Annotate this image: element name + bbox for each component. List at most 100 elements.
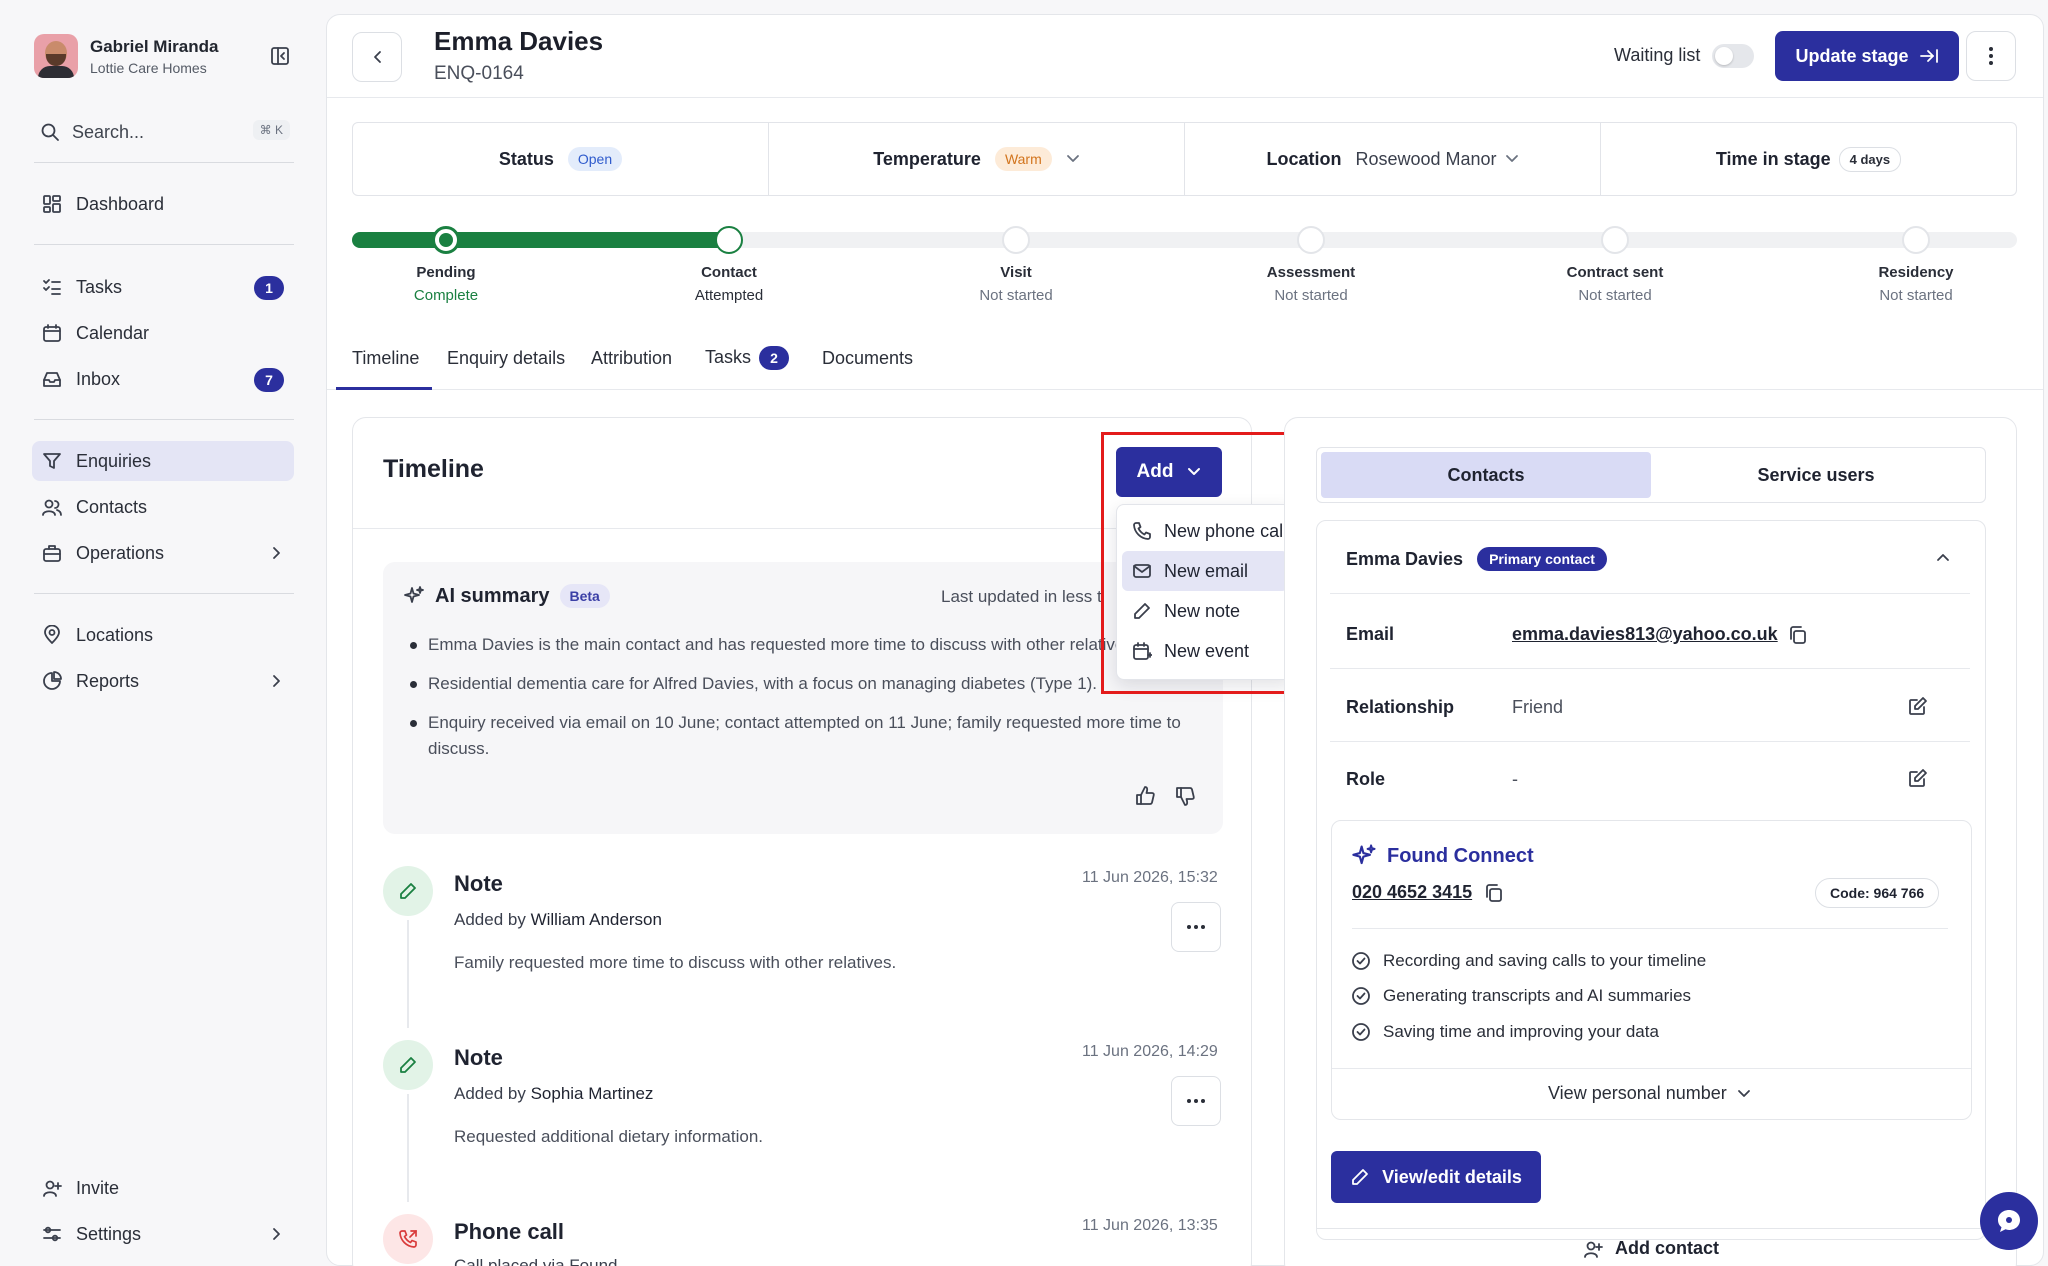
entry-body: Family requested more time to discuss wi… xyxy=(454,953,897,972)
search-placeholder: Search... xyxy=(72,121,145,142)
chat-support-button[interactable] xyxy=(1980,1192,2038,1250)
chevron-down-icon xyxy=(1505,155,1518,162)
stage-residency: Residency Not started xyxy=(1816,264,2016,304)
status-badge: Open xyxy=(567,147,623,171)
chevron-up-icon[interactable] xyxy=(1936,552,1950,562)
view-personal-number-button[interactable]: View personal number xyxy=(1548,1083,1751,1104)
entry-body: Requested additional dietary information… xyxy=(454,1127,764,1146)
stage-contract-sent: Contract sent Not started xyxy=(1515,264,1715,304)
update-stage-button[interactable]: Update stage xyxy=(1775,31,1959,81)
inbox-icon xyxy=(43,372,61,387)
email-link[interactable]: emma.davies813@yahoo.co.uk xyxy=(1512,624,1778,645)
tab-tasks[interactable]: Tasks 2 xyxy=(705,346,790,370)
user-org: Lottie Care Homes xyxy=(90,59,207,76)
relationship-label: Relationship xyxy=(1346,697,1455,717)
status-label: Status xyxy=(498,148,554,169)
sidebar-item-inbox[interactable]: Inbox 7 xyxy=(32,359,294,399)
edit-icon[interactable] xyxy=(1908,696,1928,716)
email-field: emma.davies813@yahoo.co.uk xyxy=(1512,624,1808,645)
tasks-count-badge: 1 xyxy=(254,276,284,300)
role-label: Role xyxy=(1346,769,1386,789)
divider xyxy=(327,389,2043,390)
waiting-list-toggle[interactable] xyxy=(1712,44,1754,68)
location-cell[interactable]: Location Rosewood Manor xyxy=(1185,123,1601,195)
found-phone: 020 4652 3415 xyxy=(1352,882,1504,903)
temperature-cell[interactable]: Temperature Warm xyxy=(769,123,1185,195)
divider xyxy=(34,419,294,420)
tab-service-users[interactable]: Service users xyxy=(1651,452,1981,498)
sidebar-item-invite[interactable]: Invite xyxy=(32,1168,294,1208)
sidebar-item-enquiries[interactable]: Enquiries xyxy=(32,441,294,481)
thumbs-up-icon[interactable] xyxy=(1134,785,1156,807)
vertical-dots-icon xyxy=(1989,47,1993,65)
stage-state: Not started xyxy=(1879,287,1953,304)
timeline-connector xyxy=(407,1094,409,1202)
inbox-count-badge: 7 xyxy=(254,368,284,392)
ai-summary-item: Emma Davies is the main contact and has … xyxy=(410,632,1126,658)
active-tab-indicator xyxy=(336,387,432,390)
tab-timeline[interactable]: Timeline xyxy=(352,348,419,369)
sidebar-item-label: Invite xyxy=(76,1177,120,1198)
more-options-button[interactable] xyxy=(1966,31,2016,81)
stage-name: Residency xyxy=(1878,264,1954,281)
stage-dot-contract xyxy=(1601,226,1629,254)
chevron-down-icon xyxy=(1066,155,1079,162)
calendar-icon xyxy=(43,324,61,342)
stage-name: Visit xyxy=(1000,264,1032,281)
divider xyxy=(34,162,294,163)
dashboard-icon xyxy=(43,195,61,213)
sidebar-item-label: Settings xyxy=(76,1223,142,1244)
ai-summary-item: Residential dementia care for Alfred Dav… xyxy=(410,671,1200,697)
tasks-icon xyxy=(43,279,61,295)
entry-more-button[interactable] xyxy=(1171,1076,1221,1126)
timeline-connector xyxy=(407,920,409,1028)
copy-icon[interactable] xyxy=(1484,883,1504,903)
tab-documents[interactable]: Documents xyxy=(822,348,913,369)
contact-name: Emma Davies xyxy=(1346,548,1464,569)
add-contact-button[interactable]: Add contact xyxy=(1316,1228,1986,1266)
sidebar-item-calendar[interactable]: Calendar xyxy=(32,313,294,353)
divider xyxy=(1352,928,1948,929)
sidebar-item-dashboard[interactable]: Dashboard xyxy=(32,184,294,224)
back-button[interactable] xyxy=(352,32,402,82)
divider xyxy=(1330,668,1970,669)
time-in-stage-cell: Time in stage 4 days xyxy=(1601,123,2016,195)
sidebar-item-reports[interactable]: Reports xyxy=(32,661,294,701)
location-value: Rosewood Manor xyxy=(1355,148,1497,169)
stage-dot-pending xyxy=(432,226,460,254)
email-label: Email xyxy=(1346,624,1395,644)
tab-enquiry-details[interactable]: Enquiry details xyxy=(447,348,565,369)
status-cell: Status Open xyxy=(353,123,769,195)
view-personal-number-label: View personal number xyxy=(1548,1083,1727,1103)
found-phone-number[interactable]: 020 4652 3415 xyxy=(1352,882,1472,903)
entry-title: Note xyxy=(454,1045,503,1070)
stage-assessment: Assessment Not started xyxy=(1211,264,1411,304)
entry-date: 11 Jun 2026, 15:32 xyxy=(1082,869,1218,886)
thumbs-down-icon[interactable] xyxy=(1174,785,1196,807)
view-edit-details-button[interactable]: View/edit details xyxy=(1331,1151,1541,1203)
tab-attribution[interactable]: Attribution xyxy=(591,348,672,369)
sidebar-item-settings[interactable]: Settings xyxy=(32,1214,294,1254)
chevron-right-icon xyxy=(273,547,280,559)
entry-more-button[interactable] xyxy=(1171,902,1221,952)
sidebar-item-contacts[interactable]: Contacts xyxy=(32,487,294,527)
copy-icon[interactable] xyxy=(1788,625,1808,645)
sidebar-item-tasks[interactable]: Tasks 1 xyxy=(32,267,294,307)
ai-summary-list: Emma Davies is the main contact and has … xyxy=(410,632,1200,775)
user-profile[interactable]: Gabriel Miranda Lottie Care Homes xyxy=(34,34,218,78)
entry-title: Note xyxy=(454,871,503,896)
edit-icon[interactable] xyxy=(1908,768,1928,788)
tab-contacts[interactable]: Contacts xyxy=(1321,452,1651,498)
location-label: Location xyxy=(1266,148,1342,169)
sidebar-item-locations[interactable]: Locations xyxy=(32,615,294,655)
waiting-list-label: Waiting list xyxy=(1614,45,1701,65)
collapse-sidebar-icon[interactable] xyxy=(270,46,290,66)
sidebar-item-operations[interactable]: Operations xyxy=(32,533,294,573)
found-connect-header: Found Connect xyxy=(1351,843,1534,869)
stage-state: Attempted xyxy=(694,287,764,304)
search-input[interactable]: Search... ⌘ K xyxy=(40,118,290,146)
ai-summary-header: AI summary Beta xyxy=(403,584,610,608)
divider xyxy=(34,244,294,245)
stage-progress-fill xyxy=(352,232,730,248)
stage-state: Not started xyxy=(1274,287,1348,304)
